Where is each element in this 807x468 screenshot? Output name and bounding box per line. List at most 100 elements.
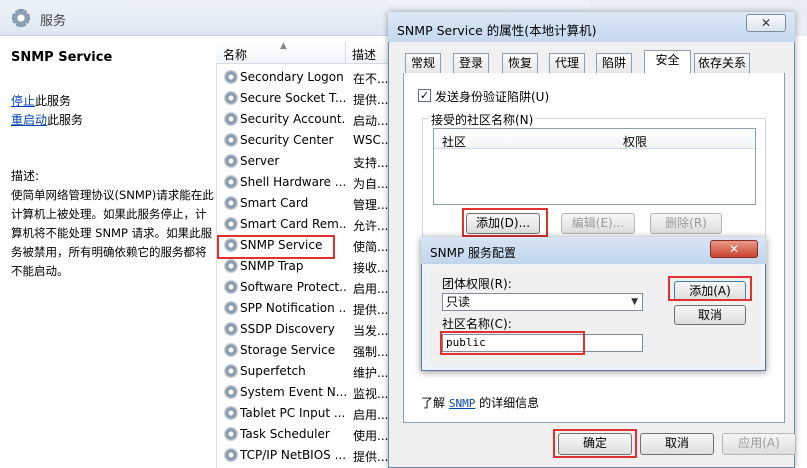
service-description: 启用... — [353, 282, 389, 296]
service-name: SSDP Discovery — [240, 322, 335, 336]
service-description: 提供... — [353, 450, 389, 464]
restart-suffix: 此服务 — [47, 113, 84, 127]
tab-dependencies[interactable]: 依存关系 — [694, 53, 750, 73]
gear-icon — [224, 133, 238, 147]
table-row[interactable]: Software Protect... 启用... — [216, 277, 391, 298]
table-row[interactable]: Smart Card 管理... — [216, 193, 391, 214]
learn-more-prefix: 了解 — [421, 396, 446, 410]
apply-button[interactable]: 应用(A) — [722, 433, 796, 455]
column-divider — [345, 42, 346, 64]
service-description: 使用... — [353, 429, 389, 443]
snmp-config-close-button[interactable]: ✕ — [710, 240, 758, 258]
gear-icon — [224, 175, 238, 189]
service-description: 维护... — [353, 366, 389, 380]
gear-icon — [224, 406, 238, 420]
column-header-name[interactable]: 名称 — [223, 46, 247, 63]
cancel-button[interactable]: 取消 — [640, 433, 714, 455]
service-name: Secure Socket T... — [240, 91, 346, 105]
dialog-title: SNMP Service 的属性(本地计算机) — [397, 23, 597, 38]
service-name: Storage Service — [240, 343, 336, 357]
gear-icon — [224, 364, 238, 378]
table-row[interactable]: System Event N... 监视... — [216, 382, 391, 403]
service-description: 接收... — [353, 261, 389, 275]
window-title: 服务 — [40, 14, 67, 29]
services-list-header: 名称 ▲ 描述 — [216, 41, 416, 64]
community-rights-label: 团体权限(R): — [442, 277, 512, 291]
service-name: SPP Notification ... — [240, 301, 346, 315]
service-description: 启用... — [353, 408, 389, 422]
gear-icon — [224, 301, 238, 315]
service-name: Software Protect... — [240, 280, 346, 294]
tab-agent[interactable]: 代理 — [549, 53, 585, 73]
community-rights-select[interactable]: 只读 ▼ — [442, 293, 643, 311]
service-name: System Event N... — [240, 385, 346, 399]
gear-icon — [224, 385, 238, 399]
service-description: 为自... — [353, 177, 389, 191]
table-row[interactable]: Storage Service 强制... — [216, 340, 391, 361]
table-row[interactable]: Superfetch 维护... — [216, 361, 391, 382]
community-list-header: 社区 权限 — [434, 129, 755, 149]
table-row[interactable]: TCP/IP NetBIOS ... 提供... — [216, 445, 391, 466]
tab-security[interactable]: 安全 — [644, 50, 691, 74]
highlight-add-button — [462, 208, 548, 237]
service-name: Tablet PC Input ... — [240, 406, 346, 420]
table-row[interactable]: Security Center WSC... — [216, 130, 391, 151]
table-row[interactable]: Secure Socket T... 提供... — [216, 88, 391, 109]
table-row[interactable]: SSDP Discovery 当发... — [216, 319, 391, 340]
gear-icon — [224, 217, 238, 231]
column-header-rights[interactable]: 权限 — [623, 133, 647, 150]
send-auth-trap-checkbox[interactable]: ✓ — [418, 89, 431, 102]
community-rights-value: 只读 — [446, 295, 471, 309]
table-row[interactable]: SPP Notification ... 提供... — [216, 298, 391, 319]
dialog-close-button[interactable]: ✕ — [746, 14, 786, 32]
service-description: 使简... — [353, 240, 389, 254]
gear-icon — [224, 448, 238, 462]
service-description: 在不... — [353, 72, 389, 86]
table-row[interactable]: Smart Card Rem... 允许... — [216, 214, 391, 235]
table-row[interactable]: SNMP Trap 接收... — [216, 256, 391, 277]
snmp-info-link[interactable]: SNMP — [449, 397, 476, 410]
gear-icon — [224, 70, 238, 84]
edit-community-button[interactable]: 编辑(E)... — [561, 213, 635, 234]
table-row[interactable]: Server 支持... — [216, 151, 391, 172]
gear-icon — [12, 9, 30, 27]
column-header-description[interactable]: 描述 — [352, 46, 376, 63]
table-row[interactable]: Task Scheduler 使用... — [216, 424, 391, 445]
service-description: 强制... — [353, 345, 389, 359]
table-row[interactable]: Shell Hardware ... 为自... — [216, 172, 391, 193]
gear-icon — [224, 259, 238, 273]
stop-service-line: 停止此服务 — [11, 92, 71, 109]
gear-icon — [224, 91, 238, 105]
tab-traps[interactable]: 陷阱 — [596, 53, 632, 73]
stop-service-link[interactable]: 停止 — [11, 94, 35, 108]
delete-community-button[interactable]: 删除(R) — [650, 213, 722, 234]
table-row[interactable]: Security Account... 启动... — [216, 109, 391, 130]
tab-general[interactable]: 常规 — [405, 53, 441, 73]
highlight-snmp-service-row — [217, 235, 335, 259]
column-header-community[interactable]: 社区 — [442, 133, 466, 150]
tab-recovery[interactable]: 恢复 — [502, 53, 538, 73]
gear-icon — [224, 154, 238, 168]
highlight-config-add-button — [668, 276, 752, 301]
sort-arrow-icon: ▲ — [280, 41, 287, 51]
snmp-config-cancel-button[interactable]: 取消 — [674, 305, 746, 325]
table-row[interactable]: Secondary Logon 在不... — [216, 67, 391, 88]
description-text: 使简单网络管理协议(SNMP)请求能在此计算机上被处理。如果此服务停止，计算机将… — [11, 188, 214, 278]
service-description: 当发... — [353, 324, 389, 338]
service-name: Secondary Logon — [240, 70, 344, 84]
learn-more-suffix: 的详细信息 — [479, 396, 540, 410]
gear-icon — [224, 427, 238, 441]
description-label: 描述: — [11, 169, 40, 183]
service-name: Security Center — [240, 133, 334, 147]
service-name: Smart Card Rem... — [240, 217, 346, 231]
restart-service-link[interactable]: 重启动 — [11, 113, 47, 127]
tab-logon[interactable]: 登录 — [453, 53, 489, 73]
table-row[interactable]: Tablet PC Input ... 启用... — [216, 403, 391, 424]
stop-suffix: 此服务 — [35, 94, 72, 108]
service-name: Task Scheduler — [240, 427, 330, 441]
service-name-heading: SNMP Service — [11, 50, 113, 65]
service-name: Smart Card — [240, 196, 309, 210]
service-name: Superfetch — [240, 364, 306, 378]
service-description: 允许... — [353, 219, 389, 233]
gear-icon — [224, 280, 238, 294]
